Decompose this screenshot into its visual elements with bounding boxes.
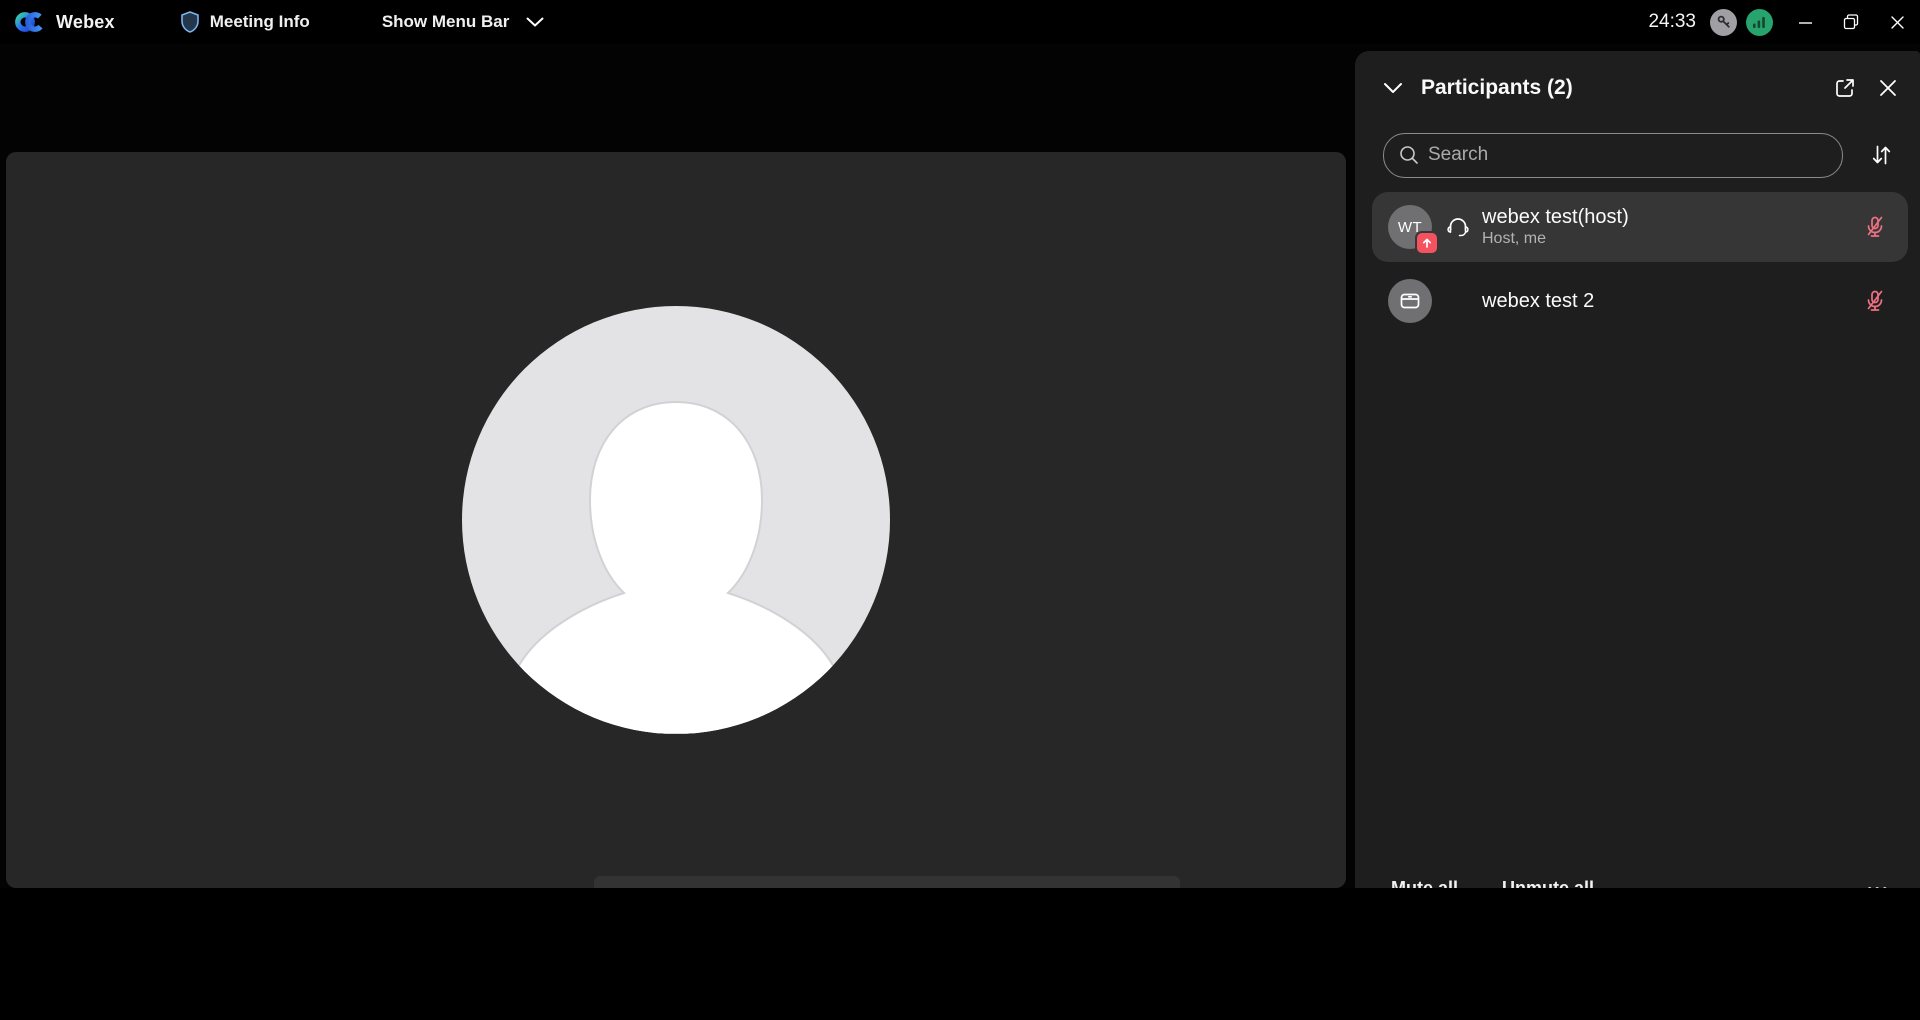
chevron-down-icon <box>526 17 544 28</box>
search-input[interactable] <box>1383 133 1843 178</box>
meeting-info-label: Meeting Info <box>210 12 310 32</box>
close-panel-button[interactable] <box>1874 74 1902 102</box>
participant-row[interactable]: webex test 2 <box>1372 270 1908 332</box>
webex-meeting-window: Webex Meeting Info Show Menu Bar <box>0 0 1920 1020</box>
participants-panel-title: Participants (2) <box>1421 76 1573 100</box>
sort-arrows-icon <box>1868 142 1894 168</box>
participant-search <box>1383 133 1843 178</box>
close-icon <box>1878 78 1898 98</box>
participants-panel-header: Participants (2) <box>1379 69 1902 107</box>
meeting-timer: 24:33 <box>1648 11 1696 33</box>
filmstrip-scrollbar[interactable] <box>594 876 1180 888</box>
signal-bars-icon <box>1752 15 1767 29</box>
sort-participants-button[interactable] <box>1864 138 1898 172</box>
participants-panel: Participants (2) <box>1355 51 1920 927</box>
restore-window-button[interactable] <box>1828 2 1874 42</box>
search-icon <box>1398 144 1420 171</box>
chevron-down-icon <box>1383 82 1403 94</box>
close-icon <box>1890 15 1905 30</box>
participant-name: webex test(host) <box>1482 206 1852 229</box>
connection-quality-indicator[interactable] <box>1746 9 1773 36</box>
avatar: WT <box>1388 205 1432 249</box>
webex-logo-icon <box>14 8 46 36</box>
show-menu-bar-button[interactable]: Show Menu Bar <box>372 6 555 38</box>
participant-role: Host, me <box>1482 230 1852 248</box>
meeting-controls-toolbar: CC Unmute <box>0 888 1920 1020</box>
titlebar: Webex Meeting Info Show Menu Bar <box>0 0 1920 44</box>
close-window-button[interactable] <box>1874 2 1920 42</box>
show-menu-bar-label: Show Menu Bar <box>382 12 510 32</box>
key-icon <box>1716 14 1732 30</box>
minimize-button[interactable] <box>1782 2 1828 42</box>
meeting-lock-indicator[interactable] <box>1710 9 1737 36</box>
pop-out-icon <box>1834 77 1856 99</box>
sharing-badge-icon <box>1415 231 1439 255</box>
minimize-icon <box>1798 15 1813 30</box>
avatar <box>1388 279 1432 323</box>
person-silhouette-icon <box>462 306 890 734</box>
participant-muted-mic-icon[interactable] <box>1862 288 1888 314</box>
collapse-panel-button[interactable] <box>1379 78 1407 98</box>
participant-muted-mic-icon[interactable] <box>1862 214 1888 240</box>
app-title: Webex <box>56 12 115 33</box>
avatar <box>462 306 890 734</box>
pop-out-panel-button[interactable] <box>1830 73 1860 103</box>
participant-row-host[interactable]: WT webex test(host) <box>1372 192 1908 262</box>
headset-icon <box>1444 213 1472 241</box>
participant-name: webex test 2 <box>1482 290 1852 313</box>
shield-icon <box>179 10 201 34</box>
restore-icon <box>1843 14 1859 30</box>
meeting-info-button[interactable]: Meeting Info <box>169 4 320 40</box>
video-device-icon <box>1397 288 1423 314</box>
active-speaker-video <box>6 152 1346 888</box>
